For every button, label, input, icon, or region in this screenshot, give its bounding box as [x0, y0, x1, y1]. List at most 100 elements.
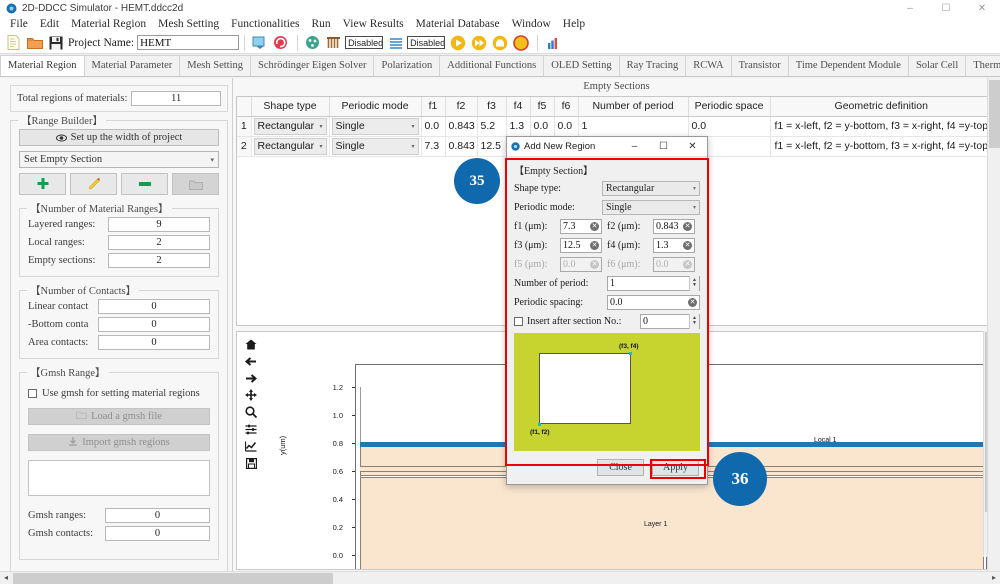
- row-f1[interactable]: 0.0: [421, 116, 446, 137]
- row-periodic-space[interactable]: 0.0: [688, 116, 771, 137]
- dialog-periodic-mode-select[interactable]: Single ▾: [602, 199, 700, 215]
- use-gmsh-checkbox[interactable]: [28, 389, 37, 398]
- grid-header-f4[interactable]: f4: [506, 97, 531, 117]
- page-horizontal-scrollbar[interactable]: ◂ ▸: [0, 571, 1000, 584]
- set-up-width-button[interactable]: Set up the width of project: [19, 129, 219, 146]
- scroll-left-arrow-icon[interactable]: ◂: [0, 572, 12, 584]
- dialog-apply-button[interactable]: Apply: [652, 459, 699, 476]
- refresh-structure-icon[interactable]: [250, 33, 269, 52]
- dialog-number-of-period-input[interactable]: 1 ▲ ▼: [607, 275, 700, 291]
- empty-sections-value[interactable]: 2: [108, 253, 210, 268]
- grid-header-f6[interactable]: f6: [554, 97, 579, 117]
- tab-oled-setting[interactable]: OLED Setting: [543, 55, 620, 76]
- configure-subplots-icon[interactable]: [243, 422, 259, 436]
- dialog-maximize-button[interactable]: ☐: [649, 137, 678, 157]
- row-f1[interactable]: 7.3: [421, 136, 446, 157]
- tab-material-parameter[interactable]: Material Parameter: [83, 55, 181, 76]
- menu-item-help[interactable]: Help: [557, 17, 591, 31]
- dialog-insert-after-input[interactable]: 0 ▲ ▼: [640, 313, 700, 329]
- row-geometric-definition[interactable]: f1 = x-left, f2 = y-bottom, f3 = x-right…: [770, 136, 993, 157]
- dialog-f6-input[interactable]: 0.0 ✕: [653, 256, 695, 272]
- grid-header-f2[interactable]: f2: [445, 97, 478, 117]
- dialog-f1-input[interactable]: 7.3 ✕: [560, 218, 602, 234]
- dialog-close-action-button[interactable]: Close: [597, 459, 644, 476]
- row-f5[interactable]: 0.0: [530, 116, 555, 137]
- grid-icon[interactable]: [324, 33, 343, 52]
- menu-item-mesh-setting[interactable]: Mesh Setting: [152, 17, 225, 31]
- clear-icon[interactable]: ✕: [683, 221, 692, 231]
- remove-range-button[interactable]: [121, 173, 168, 195]
- solver-status-chip[interactable]: Disabled: [407, 36, 446, 49]
- row-shape-type-cell[interactable]: Rectangular ▾: [251, 116, 330, 137]
- clear-icon[interactable]: ✕: [590, 240, 599, 250]
- row-number-of-period[interactable]: 1: [578, 116, 689, 137]
- area-contacts-value[interactable]: 0: [98, 335, 210, 350]
- layered-ranges-value[interactable]: 9: [108, 217, 210, 232]
- edit-axis-icon[interactable]: [243, 439, 259, 453]
- page-vertical-scrollbar[interactable]: [987, 78, 1000, 573]
- tab-material-region[interactable]: Material Region: [0, 55, 85, 76]
- linear-contact-value[interactable]: 0: [98, 299, 210, 314]
- row-f3[interactable]: 5.2: [477, 116, 507, 137]
- back-arrow-icon[interactable]: [243, 354, 259, 368]
- tab-rcwa[interactable]: RCWA: [685, 55, 732, 76]
- project-name-input[interactable]: HEMT: [137, 35, 240, 50]
- gmsh-file-list[interactable]: [28, 460, 210, 496]
- row-periodic-mode-cell[interactable]: Single ▾: [329, 116, 422, 137]
- pan-move-icon[interactable]: [243, 388, 259, 402]
- grid-header-number-of-period[interactable]: Number of period: [578, 97, 689, 117]
- tab-additional-functions[interactable]: Additional Functions: [439, 55, 545, 76]
- save-icon[interactable]: [46, 33, 65, 52]
- spinner-up-down-icon[interactable]: ▲ ▼: [689, 275, 699, 291]
- save-figure-icon[interactable]: [243, 456, 259, 470]
- run-icon[interactable]: [448, 33, 467, 52]
- load-gmsh-file-button[interactable]: Load a gmsh file: [28, 408, 210, 425]
- dialog-close-button[interactable]: ✕: [678, 137, 707, 157]
- grid-header-geometric-definition[interactable]: Geometric definition: [770, 97, 993, 117]
- grid-header-shape-type[interactable]: Shape type: [251, 97, 330, 117]
- tab-mesh-setting[interactable]: Mesh Setting: [179, 55, 251, 76]
- stop-icon[interactable]: [511, 33, 530, 52]
- new-file-icon[interactable]: [4, 33, 23, 52]
- grid-header-f5[interactable]: f5: [530, 97, 555, 117]
- use-gmsh-checkbox-row[interactable]: Use gmsh for setting material regions: [28, 388, 210, 399]
- import-gmsh-regions-button[interactable]: Import gmsh regions: [28, 434, 210, 451]
- row-f3[interactable]: 12.5: [477, 136, 507, 157]
- spinner-up-down-icon[interactable]: ▲ ▼: [689, 313, 699, 329]
- tab-polarization[interactable]: Polarization: [373, 55, 441, 76]
- bottom-contact-value[interactable]: 0: [98, 317, 210, 332]
- tab-transistor[interactable]: Transistor: [730, 55, 789, 76]
- tab-schrodinger-eigen-solver[interactable]: Schrödinger Eigen Solver: [250, 55, 375, 76]
- dialog-f2-input[interactable]: 0.843 ✕: [653, 218, 695, 234]
- clear-icon[interactable]: ✕: [683, 240, 692, 250]
- menu-item-material-region[interactable]: Material Region: [65, 17, 152, 31]
- row-f4[interactable]: 1.3: [506, 116, 531, 137]
- grid-header-f1[interactable]: f1: [421, 97, 446, 117]
- row-f6[interactable]: 0.0: [554, 116, 579, 137]
- mesh-status-chip[interactable]: Disabled: [345, 36, 384, 49]
- home-icon[interactable]: [243, 337, 259, 351]
- row-f2[interactable]: 0.843: [445, 136, 478, 157]
- reset-icon[interactable]: [271, 33, 290, 52]
- page-vertical-scroll-thumb[interactable]: [989, 80, 1000, 148]
- menu-item-run[interactable]: Run: [306, 17, 337, 31]
- dialog-f3-input[interactable]: 12.5 ✕: [560, 237, 602, 253]
- insert-after-checkbox[interactable]: [514, 316, 523, 326]
- menu-item-window[interactable]: Window: [506, 17, 557, 31]
- chart-icon[interactable]: [543, 33, 562, 52]
- row-periodic-mode-cell[interactable]: Single ▾: [329, 136, 422, 157]
- grid-header-periodic-mode[interactable]: Periodic mode: [329, 97, 422, 117]
- menu-item-edit[interactable]: Edit: [34, 17, 65, 31]
- clear-icon[interactable]: ✕: [590, 259, 599, 269]
- total-regions-value[interactable]: 11: [131, 91, 221, 106]
- range-mode-select[interactable]: Set Empty Section ▾: [19, 151, 219, 168]
- tab-solar-cell[interactable]: Solar Cell: [907, 55, 967, 76]
- folder-range-button[interactable]: [172, 173, 219, 195]
- add-range-button[interactable]: [19, 173, 66, 195]
- run-fast-icon[interactable]: [469, 33, 488, 52]
- page-horizontal-scroll-thumb[interactable]: [13, 573, 333, 584]
- grid-header-f3[interactable]: f3: [477, 97, 507, 117]
- zoom-magnifier-icon[interactable]: [243, 405, 259, 419]
- row-f2[interactable]: 0.843: [445, 116, 478, 137]
- dialog-minimize-button[interactable]: –: [620, 137, 649, 157]
